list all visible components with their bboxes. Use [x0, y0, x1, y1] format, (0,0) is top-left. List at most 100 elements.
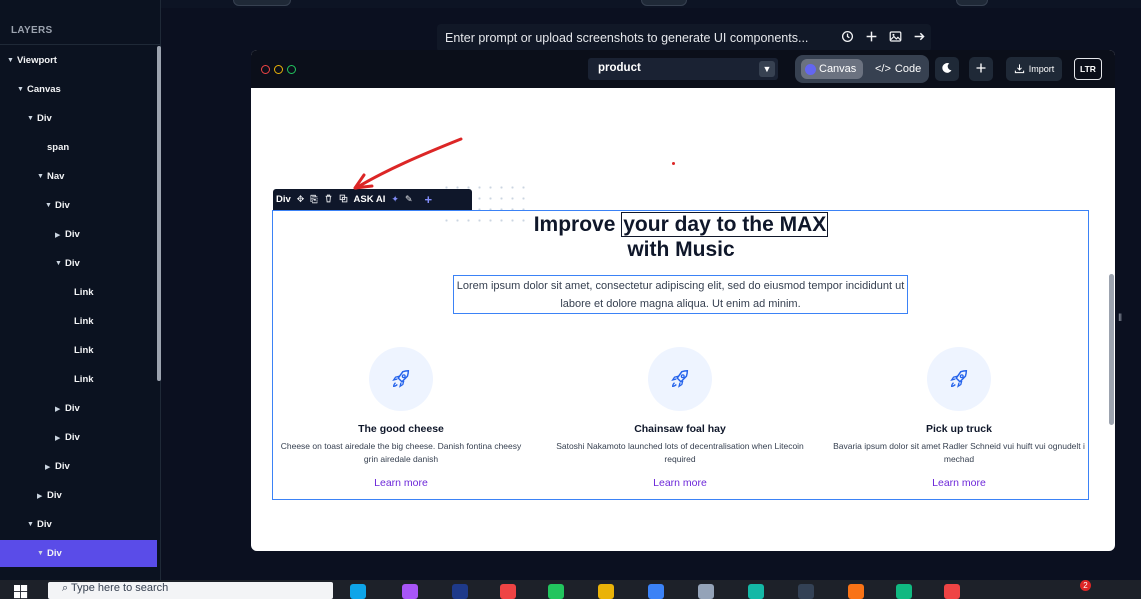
page-select[interactable]: product ▼ — [588, 58, 778, 80]
layer-item-label: Div — [37, 113, 52, 124]
top-pill[interactable] — [641, 0, 687, 6]
caret-down-icon[interactable]: ▼ — [7, 57, 17, 64]
minimize-dot-icon[interactable] — [274, 65, 283, 74]
caret-right-icon[interactable]: ▶ — [55, 405, 65, 413]
top-strip — [161, 0, 1141, 8]
edge-icon[interactable] — [748, 584, 764, 599]
history-icon[interactable] — [835, 30, 859, 46]
caret-down-icon[interactable]: ▼ — [27, 521, 37, 528]
rocket-icon — [927, 347, 991, 411]
top-pill[interactable] — [233, 0, 291, 6]
code-mode-label: Code — [894, 63, 922, 75]
arrow-right-icon[interactable] — [907, 30, 931, 46]
caret-down-icon[interactable]: ▼ — [17, 86, 27, 93]
trash-icon[interactable] — [324, 194, 333, 205]
folder-icon[interactable] — [598, 584, 614, 599]
code-mode-button[interactable]: </> Code — [875, 59, 921, 79]
import-icon — [1014, 63, 1025, 76]
resize-handle-icon[interactable]: ‖ — [1118, 313, 1122, 324]
move-icon[interactable]: ✥ — [297, 194, 305, 205]
ai-prompt-bar[interactable]: Enter prompt or upload screenshots to ge… — [437, 24, 931, 52]
vscode-icon[interactable] — [648, 584, 664, 599]
caret-down-icon[interactable]: ▼ — [27, 115, 37, 122]
layer-item[interactable]: ▶ Div — [0, 424, 157, 451]
image-icon[interactable] — [883, 30, 907, 46]
layers-panel: LAYERS ▼ Viewport ▼ Canvas ▼ Div span ▼ Nav ▼ Div ▶… — [0, 0, 161, 580]
caret-down-icon[interactable]: ▼ — [55, 260, 65, 267]
layer-item[interactable]: ▼ Canvas — [0, 76, 157, 103]
layer-item-label: Div — [47, 490, 62, 501]
canvas-mode-button[interactable]: Canvas — [801, 59, 863, 79]
layer-item[interactable]: Link — [0, 337, 157, 364]
chrome-icon[interactable] — [944, 584, 960, 599]
moon-icon — [941, 62, 953, 77]
feature-card: Pick up truck Bavaria ipsum dolor sit am… — [829, 347, 1089, 489]
windows-start-icon[interactable] — [14, 585, 28, 599]
layer-item[interactable]: ▼ Div — [0, 250, 157, 277]
add-element-icon[interactable]: + — [425, 192, 433, 207]
import-button[interactable]: Import — [1006, 57, 1062, 81]
preview-toolbar: product ▼ Canvas </> Code Import LTR — [251, 50, 1115, 88]
layer-item[interactable]: span — [0, 134, 157, 161]
layer-item[interactable]: ▼ Div — [0, 192, 157, 219]
hero-title-highlight[interactable]: your day to the MAX — [621, 212, 829, 237]
learn-more-link[interactable]: Learn more — [829, 477, 1089, 489]
pencil-icon[interactable]: ✎ — [405, 194, 413, 205]
duplicate-page-icon[interactable]: ⎘ — [310, 194, 317, 205]
layer-item[interactable]: ▶ Div — [0, 395, 157, 422]
app-icon[interactable] — [848, 584, 864, 599]
learn-more-link[interactable]: Learn more — [271, 477, 531, 489]
layer-item[interactable]: ▼ Div — [0, 105, 157, 132]
store-icon[interactable] — [698, 584, 714, 599]
layer-item[interactable]: ▶ Div — [0, 221, 157, 248]
copilot-icon[interactable] — [402, 584, 418, 599]
layer-item[interactable]: ▶ Div — [0, 453, 157, 480]
outlook-icon[interactable] — [350, 584, 366, 599]
copy-icon[interactable] — [339, 194, 348, 205]
app-icon[interactable] — [896, 584, 912, 599]
taskbar-search[interactable]: ⌕ Type here to search — [48, 582, 333, 599]
dark-mode-button[interactable] — [935, 57, 959, 81]
caret-down-icon[interactable]: ▼ — [45, 202, 55, 209]
layer-item[interactable]: Link — [0, 308, 157, 335]
layer-item[interactable]: ▼ Div — [0, 511, 157, 538]
feature-description: Satoshi Nakamoto launched lots of decent… — [556, 441, 804, 464]
caret-right-icon[interactable]: ▶ — [55, 231, 65, 239]
layer-item[interactable]: ▼ Div — [0, 540, 157, 567]
layer-item[interactable]: Link — [0, 279, 157, 306]
canvas-scrollbar[interactable] — [1109, 274, 1114, 425]
add-button[interactable] — [969, 57, 993, 81]
app-icon[interactable] — [798, 584, 814, 599]
layer-item-label: Nav — [47, 171, 65, 182]
maximize-dot-icon[interactable] — [287, 65, 296, 74]
caret-down-icon[interactable]: ▼ — [37, 173, 47, 180]
layer-item[interactable]: ▶ Div — [0, 482, 157, 509]
close-dot-icon[interactable] — [261, 65, 270, 74]
plus-icon[interactable] — [859, 30, 883, 46]
rocket-icon — [648, 347, 712, 411]
rocket-icon — [369, 347, 433, 411]
layer-item[interactable]: ▼ Viewport — [0, 47, 157, 74]
element-toolbar: Div ✥ ⎘ ASK AI ✦ ✎ + — [273, 189, 472, 210]
direction-button[interactable]: LTR — [1074, 58, 1102, 80]
layers-scrollbar[interactable] — [157, 46, 161, 381]
app-icon[interactable] — [548, 584, 564, 599]
layer-item-label: Link — [74, 316, 94, 327]
learn-more-link[interactable]: Learn more — [550, 477, 810, 489]
caret-right-icon[interactable]: ▶ — [45, 463, 55, 471]
feature-title: Pick up truck — [926, 423, 992, 435]
top-pill[interactable] — [956, 0, 988, 6]
layer-item[interactable]: Link — [0, 366, 157, 393]
caret-right-icon[interactable]: ▶ — [37, 492, 47, 500]
photoshop-icon[interactable] — [452, 584, 468, 599]
element-type-label: Div — [276, 194, 291, 205]
taskbar-search-placeholder: Type here to search — [71, 582, 169, 594]
hero-description[interactable]: Lorem ipsum dolor sit amet, consectetur … — [453, 275, 908, 314]
ask-ai-button[interactable]: ASK AI — [354, 194, 386, 205]
caret-down-icon[interactable]: ▼ — [37, 550, 47, 557]
layers-title: LAYERS — [11, 25, 53, 36]
layer-item[interactable]: ▼ Nav — [0, 163, 157, 190]
prompt-input[interactable]: Enter prompt or upload screenshots to ge… — [445, 31, 835, 45]
caret-right-icon[interactable]: ▶ — [55, 434, 65, 442]
chrome-icon[interactable] — [500, 584, 516, 599]
